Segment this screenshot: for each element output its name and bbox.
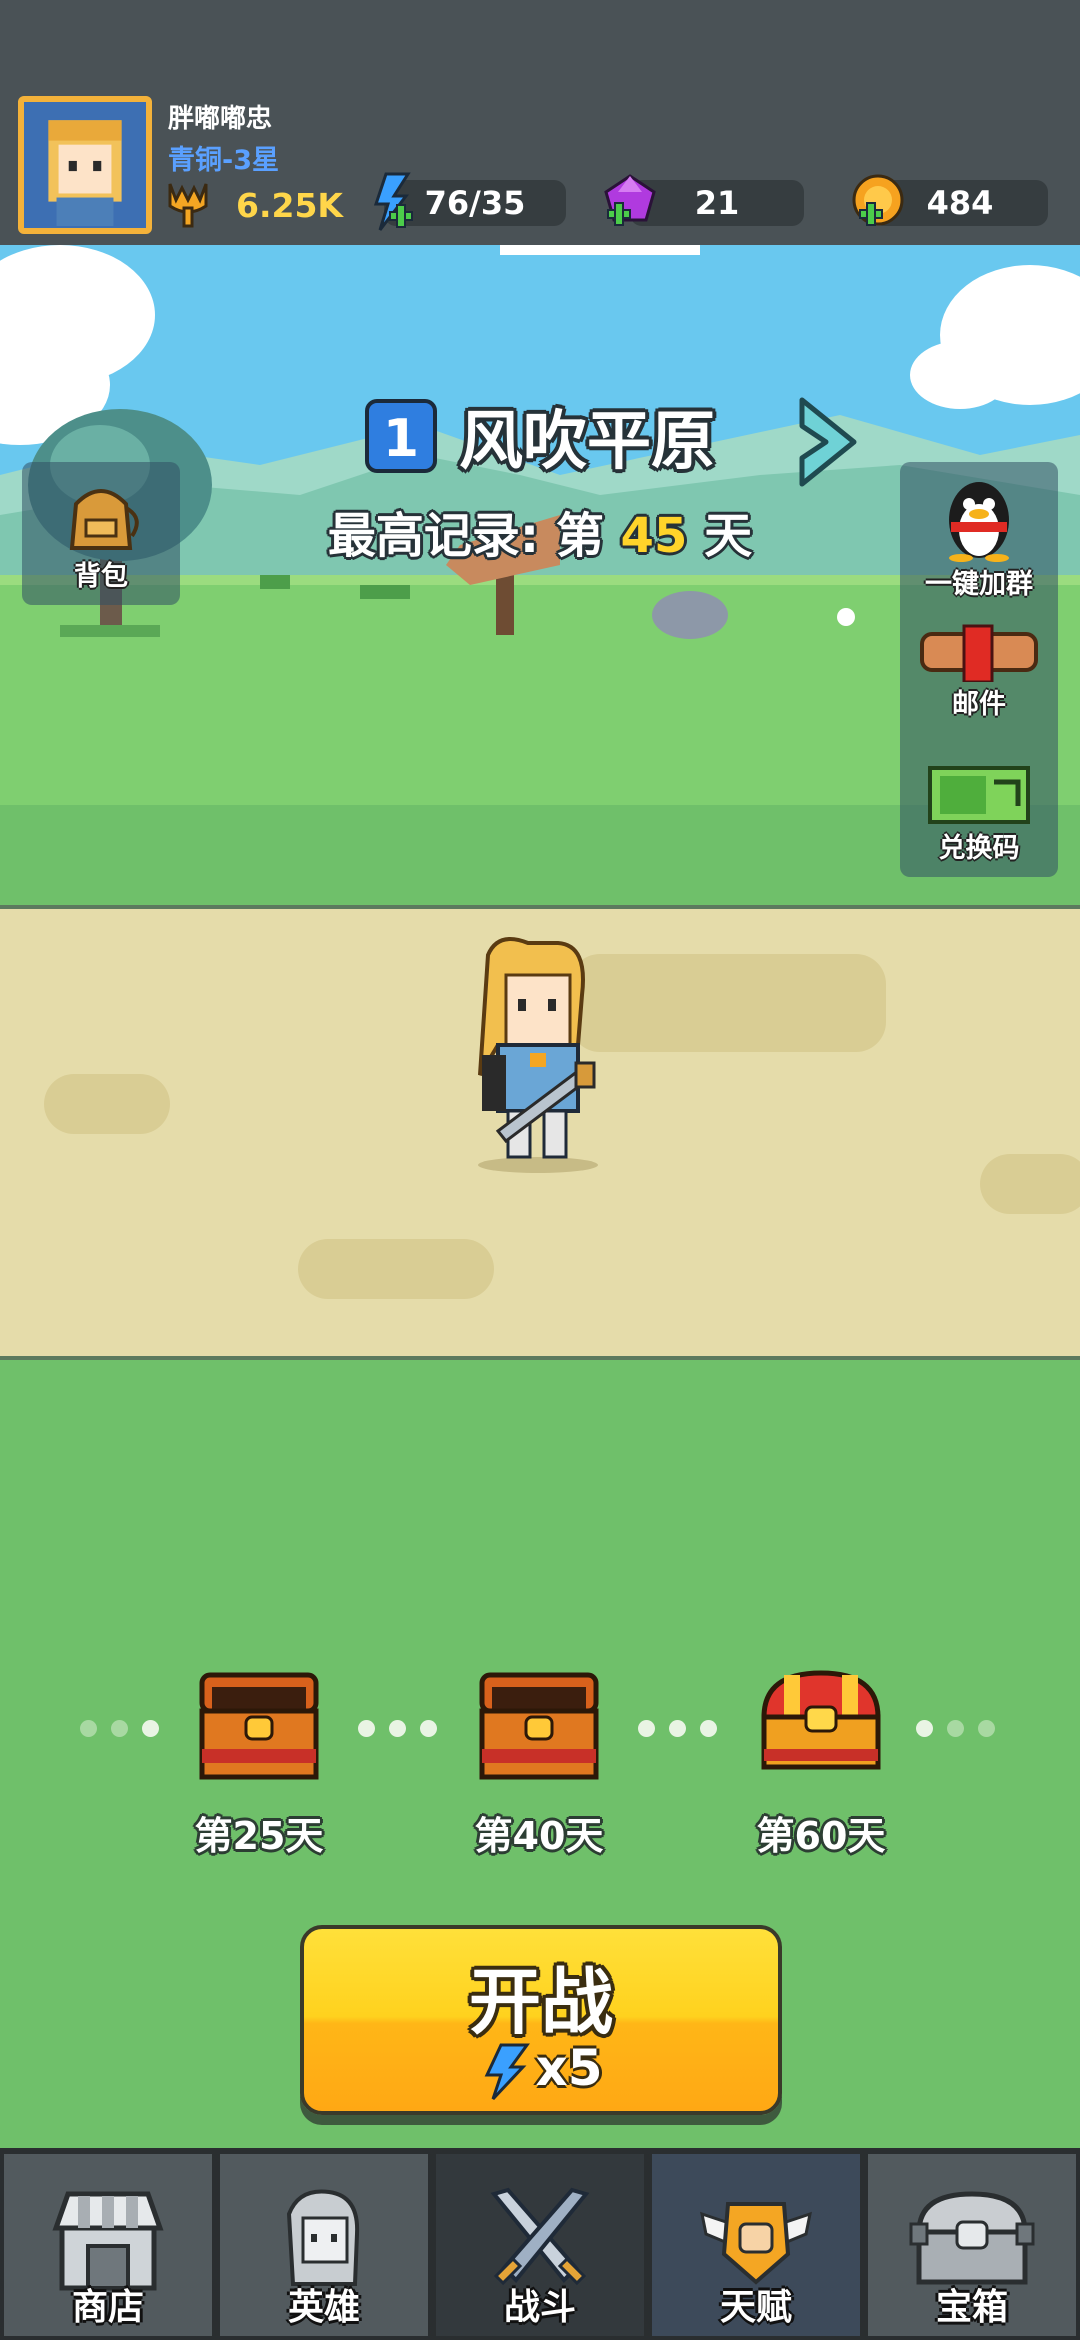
player-avatar[interactable] — [18, 96, 152, 234]
join-group-label: 一键加群 — [925, 569, 1033, 600]
redeem-ticket-icon — [928, 766, 1030, 824]
nav-tab-battle[interactable]: 战斗 — [432, 2148, 648, 2340]
redeem-code-button[interactable]: 兑换码 — [900, 762, 1058, 865]
coin-add-icon[interactable] — [846, 170, 910, 234]
coin-value: 484 — [926, 184, 994, 222]
right-side-panel: 一键加群 邮件 兑换码 — [900, 462, 1058, 877]
battle-cost: x5 — [304, 2039, 778, 2101]
mail-button[interactable]: 邮件 — [900, 622, 1058, 721]
start-battle-button[interactable]: 开战 x5 — [300, 1925, 782, 2115]
bottom-navigation: 商店 英雄 战斗 天赋 宝箱 — [0, 2148, 1080, 2340]
backpack-label: 背包 — [74, 561, 128, 592]
next-stage-arrow-icon[interactable] — [792, 394, 862, 490]
chest-day25-icon[interactable] — [194, 1665, 324, 1785]
backpack-item: 背包 — [22, 484, 180, 593]
road-patch — [980, 1154, 1080, 1214]
start-battle-label: 开战 — [468, 1960, 613, 2044]
nav-tab-shop-label: 商店 — [71, 2287, 144, 2328]
player-name: 胖嘟嘟忠 — [168, 104, 273, 134]
qq-penguin-icon — [949, 482, 1009, 562]
nav-tab-chest-label: 宝箱 — [935, 2287, 1008, 2328]
nav-tab-battle-label: 战斗 — [503, 2287, 576, 2328]
energy-value: 76/35 — [424, 184, 526, 222]
player-rank: 青铜-3星 — [168, 145, 279, 176]
progress-dots — [358, 1720, 437, 1737]
chest-day40-label: 第40天 — [474, 1814, 604, 1858]
backpack-button[interactable]: 背包 — [22, 462, 180, 605]
top-status-bar: 胖嘟嘟忠 青铜-3星 6.25K 76/35 21 484 — [0, 0, 1080, 245]
best-record-suffix: 天 — [704, 508, 753, 564]
combat-power-value: 6.25K — [236, 186, 343, 225]
backpack-icon — [69, 489, 139, 550]
chest-day60-label: 第60天 — [756, 1814, 886, 1858]
road-patch — [44, 1074, 170, 1134]
trident-power-icon — [168, 183, 208, 228]
gem-value: 21 — [694, 184, 740, 222]
nav-tab-hero-label: 英雄 — [287, 2287, 360, 2328]
energy-bolt-icon — [485, 2043, 531, 2100]
progress-dots — [916, 1720, 995, 1737]
nav-tab-shop[interactable]: 商店 — [0, 2148, 216, 2340]
gem-add-icon[interactable] — [598, 170, 662, 234]
battle-cost-value: x5 — [535, 2039, 603, 2097]
chest-day40-icon[interactable] — [474, 1665, 604, 1785]
progress-dots — [638, 1720, 717, 1737]
hero-character — [478, 937, 598, 1173]
join-group-button[interactable]: 一键加群 — [900, 474, 1058, 601]
chest-day60-icon[interactable] — [756, 1665, 886, 1785]
progress-dots — [80, 1720, 159, 1737]
stage-name: 风吹平原 — [459, 405, 715, 479]
nav-tab-talent[interactable]: 天赋 — [648, 2148, 864, 2340]
redeem-code-label: 兑换码 — [938, 833, 1020, 864]
nav-tab-chest[interactable]: 宝箱 — [864, 2148, 1080, 2340]
road-patch — [298, 1239, 494, 1299]
energy-add-icon[interactable] — [360, 170, 424, 234]
nav-tab-talent-label: 天赋 — [719, 2287, 792, 2328]
mail-scroll-icon — [920, 624, 1038, 682]
nav-tab-hero[interactable]: 英雄 — [216, 2148, 432, 2340]
best-record-prefix: 最高记录: 第 — [327, 508, 604, 564]
chest-day25-label: 第25天 — [194, 1814, 324, 1858]
stage-number-badge: 1 — [365, 399, 437, 473]
avatar-portrait-icon — [24, 104, 146, 226]
best-record-value: 45 — [620, 508, 688, 564]
mail-label: 邮件 — [952, 689, 1006, 720]
